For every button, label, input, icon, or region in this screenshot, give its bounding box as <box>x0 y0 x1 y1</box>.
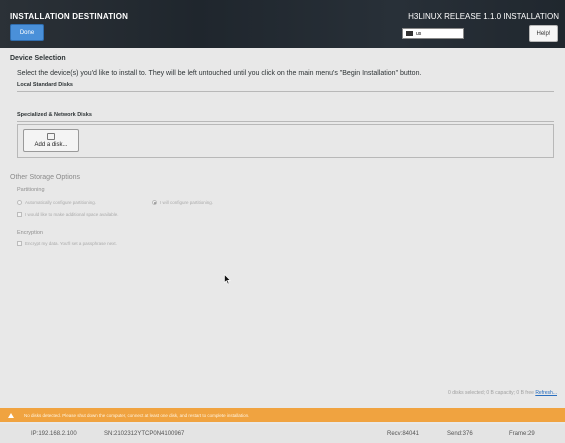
header-bar: INSTALLATION DESTINATION Done H3LINUX RE… <box>0 0 565 48</box>
encryption-label: Encryption <box>17 230 43 236</box>
warning-icon <box>8 412 14 418</box>
footer-frame: Frame:29 <box>509 431 535 437</box>
refresh-link[interactable]: Refresh... <box>535 390 557 396</box>
checkbox-icon <box>17 241 22 246</box>
add-disk-button[interactable]: Add a disk... <box>23 129 79 152</box>
local-disks-label: Local Standard Disks <box>17 82 73 88</box>
keyboard-layout-label: us <box>416 30 422 37</box>
keyboard-layout-indicator[interactable]: us <box>402 28 464 39</box>
disk-summary-text: 0 disks selected; 0 B capacity; 0 B free <box>448 390 534 396</box>
checkbox-icon <box>17 212 22 217</box>
additional-space-label: I would like to make additional space av… <box>25 212 119 217</box>
page-title: INSTALLATION DESTINATION <box>10 12 129 21</box>
auto-partitioning-radio[interactable]: Automatically configure partitioning. <box>17 200 96 205</box>
footer-send: Send:376 <box>447 431 473 437</box>
release-title: H3LINUX RELEASE 1.1.0 INSTALLATION <box>408 12 559 21</box>
auto-partitioning-label: Automatically configure partitioning. <box>25 200 97 205</box>
disk-summary: 0 disks selected; 0 B capacity; 0 B free… <box>448 390 557 396</box>
warning-text: No disks detected. Please shut down the … <box>24 412 250 418</box>
add-disk-label: Add a disk... <box>34 142 68 148</box>
footer-recv: Recv:84041 <box>387 431 420 437</box>
partitioning-label: Partitioning <box>17 187 45 193</box>
manual-partitioning-label: I will configure partitioning. <box>160 200 214 205</box>
footer-ip: IP:192.168.2.100 <box>31 431 77 437</box>
footer-serial: SN:2102312YTCP0N4100967 <box>104 431 185 437</box>
help-button[interactable]: Help! <box>529 25 558 42</box>
manual-partitioning-radio[interactable]: I will configure partitioning. <box>152 200 213 205</box>
radio-icon <box>17 200 22 205</box>
status-footer: IP:192.168.2.100 SN:2102312YTCP0N4100967… <box>0 424 565 443</box>
specialized-disks-divider <box>17 121 554 122</box>
additional-space-checkbox[interactable]: I would like to make additional space av… <box>17 212 119 217</box>
other-storage-title: Other Storage Options <box>10 174 81 181</box>
specialized-disks-panel: Add a disk... <box>17 124 554 158</box>
device-selection-title: Device Selection <box>10 55 66 62</box>
specialized-disks-label: Specialized & Network Disks <box>17 112 92 118</box>
done-button[interactable]: Done <box>10 24 44 41</box>
mouse-cursor-icon <box>224 274 231 285</box>
encrypt-checkbox[interactable]: Encrypt my data. You'll set a passphrase… <box>17 241 117 246</box>
warning-bar: No disks detected. Please shut down the … <box>0 408 565 422</box>
radio-selected-icon <box>152 200 157 205</box>
device-selection-description: Select the device(s) you'd like to insta… <box>17 70 422 77</box>
local-disks-divider <box>17 91 554 92</box>
disk-icon <box>47 133 55 140</box>
keyboard-icon <box>406 31 413 36</box>
encrypt-label: Encrypt my data. You'll set a passphrase… <box>25 241 117 246</box>
